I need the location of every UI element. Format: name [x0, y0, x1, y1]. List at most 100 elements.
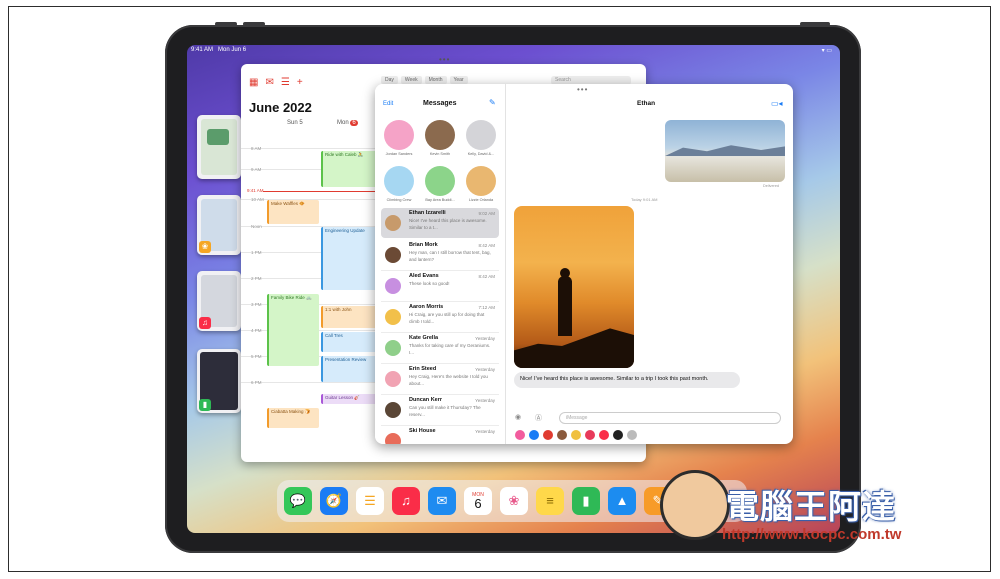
avatar	[385, 215, 401, 231]
hour-label: Noon	[251, 224, 262, 229]
event-family-bike-ride[interactable]: Family Bike Ride 🚲	[267, 294, 319, 366]
imessage-apps-row	[515, 430, 637, 440]
received-message[interactable]: Nice! I've heard this place is awesome. …	[514, 372, 740, 388]
day-mon[interactable]: Mon 6	[337, 120, 358, 126]
event-guitar-lesson[interactable]: Guitar Lesson 🎸	[321, 394, 381, 404]
video-call-icon[interactable]: ▭◂	[771, 99, 783, 108]
conversation-name: Brian Mork	[409, 242, 438, 248]
conversation-name: Ethan Izzarelli	[409, 210, 446, 216]
status-date: Mon Jun 6	[218, 47, 247, 53]
calendar-dock-icon[interactable]: MON 6	[464, 487, 492, 515]
avatar	[385, 371, 401, 387]
conversation-name: Kate Grella	[409, 335, 439, 341]
conversation-row[interactable]: Kate Grella Yesterday Thanks for taking …	[381, 333, 499, 364]
app-store-icon[interactable]: Ⓐ	[535, 413, 542, 423]
reminders-dock-icon[interactable]: ☰	[356, 487, 384, 515]
tab-week[interactable]: Week	[400, 76, 422, 84]
conversation-time: 8:42 AM	[478, 274, 495, 279]
conversation-time: Yesterday	[475, 336, 495, 341]
status-time: 9:41 AM	[191, 47, 214, 53]
conversation-preview: Hey Craig, Here's the website I told you…	[409, 374, 488, 386]
message-input-placeholder: iMessage	[566, 415, 588, 421]
conversation-row[interactable]: Brian Mork 8:42 AM Hey man, can I still …	[381, 240, 499, 271]
memoji-icon[interactable]	[557, 430, 567, 440]
window-drag-handle[interactable]: •••	[577, 85, 588, 94]
stage-set-1[interactable]	[197, 115, 241, 179]
conversation-row[interactable]: Duncan Kerr Yesterday Can you still make…	[381, 395, 499, 426]
event-ciabatta-making[interactable]: Ciabatta Making 🍞	[267, 408, 319, 428]
music-dock-icon[interactable]: ♫	[392, 487, 420, 515]
conversation-row[interactable]: Aaron Morris 7:12 AM Hi Craig, are you s…	[381, 302, 499, 333]
avatar	[385, 247, 401, 263]
pinned-contact[interactable]	[384, 120, 414, 150]
fitness-app-icon[interactable]	[613, 430, 623, 440]
pinned-contact[interactable]	[466, 166, 496, 196]
calendar-dock-month: MON	[472, 492, 484, 498]
photos-app-icon[interactable]	[515, 430, 525, 440]
numbers-dock-icon[interactable]: ▮	[572, 487, 600, 515]
messages-window[interactable]: Edit Messages ✎ Jordan Sanders Kevin Smi…	[375, 84, 793, 444]
stage-set-2[interactable]: ❀	[197, 195, 241, 255]
wifi-icon: ▾	[821, 48, 825, 54]
stage-set-4[interactable]: ▮	[197, 349, 241, 413]
pinned-group[interactable]	[384, 166, 414, 196]
mail-dock-icon[interactable]: ✉	[428, 487, 456, 515]
notes-dock-icon[interactable]: ≡	[536, 487, 564, 515]
today-badge: 6	[350, 120, 358, 126]
calendars-icon[interactable]: ▦	[249, 77, 258, 88]
event-1-1-with-john[interactable]: 1:1 with John	[321, 306, 381, 328]
music-app-icon[interactable]	[599, 430, 609, 440]
conversation-name: Duncan Kerr	[409, 397, 443, 403]
received-photo[interactable]	[514, 206, 634, 368]
photos-dock-icon[interactable]: ❀	[500, 487, 528, 515]
tab-day[interactable]: Day	[381, 76, 398, 84]
conversation-row[interactable]: Ethan Izzarelli 9:02 AM Nice! I've heard…	[381, 208, 499, 238]
more-apps-icon[interactable]	[627, 430, 637, 440]
compose-icon[interactable]: ✎	[489, 98, 496, 107]
conversation-row[interactable]: Aled Evans 8:42 AM These look so good!	[381, 271, 499, 302]
pinned-contact[interactable]	[425, 120, 455, 150]
safari-dock-icon[interactable]: 🧭	[320, 487, 348, 515]
memoji-stickers-icon[interactable]	[571, 430, 581, 440]
stage-set-3[interactable]: ♫	[197, 271, 241, 331]
pinned-group[interactable]	[466, 120, 496, 150]
conversation-time: 9:02 AM	[478, 211, 495, 216]
hour-label: 3 PM	[251, 302, 262, 307]
photos-badge-icon: ❀	[199, 241, 211, 253]
hour-label: 2 PM	[251, 276, 262, 281]
event-presentation-review[interactable]: Presentation Review	[321, 356, 381, 382]
message-input[interactable]: iMessage	[559, 412, 781, 424]
window-drag-handle[interactable]: •••	[439, 55, 450, 64]
hour-label: 10 AM	[251, 197, 264, 202]
sent-photo[interactable]	[665, 120, 785, 182]
tab-month[interactable]: Month	[424, 76, 447, 84]
tab-year[interactable]: Year	[449, 76, 468, 84]
list-icon[interactable]: ☰	[281, 77, 290, 88]
conversation-preview: Hey man, can I still borrow that tent, b…	[409, 250, 491, 262]
edit-button[interactable]: Edit	[383, 101, 393, 107]
digital-touch-icon[interactable]	[543, 430, 553, 440]
add-icon[interactable]: +	[297, 77, 303, 88]
conversation-preview: These look so good!	[409, 281, 450, 286]
keynote-dock-icon[interactable]: ▲	[608, 487, 636, 515]
conversation-row[interactable]: Ski House Yesterday	[381, 426, 499, 444]
messages-title: Messages	[423, 100, 457, 107]
camera-icon[interactable]: ◉	[515, 413, 521, 421]
event-make-waffles[interactable]: Make Waffles 🧇	[267, 200, 319, 224]
messages-dock-icon[interactable]: 💬	[284, 487, 312, 515]
conversation-row[interactable]: Erin Steed Yesterday Hey Craig, Here's t…	[381, 364, 499, 395]
conversation-name: Aaron Morris	[409, 304, 444, 310]
conversation-time: 7:12 AM	[478, 305, 495, 310]
watermark-mascot	[660, 470, 730, 540]
day-sun[interactable]: Sun 5	[287, 120, 303, 126]
conversation-preview: Nice! I've heard this place is awesome. …	[409, 218, 487, 230]
conversation-name: Aled Evans	[409, 273, 439, 279]
watermark-brand: 電腦王阿達	[726, 488, 896, 525]
volume-button	[243, 22, 265, 26]
pinned-group[interactable]	[425, 166, 455, 196]
chat-contact-name[interactable]: Ethan	[637, 100, 655, 107]
inbox-icon[interactable]: ✉	[265, 77, 273, 88]
images-search-icon[interactable]	[585, 430, 595, 440]
event-call-tres[interactable]: Call Tres	[321, 332, 381, 352]
app-store-app-icon[interactable]	[529, 430, 539, 440]
